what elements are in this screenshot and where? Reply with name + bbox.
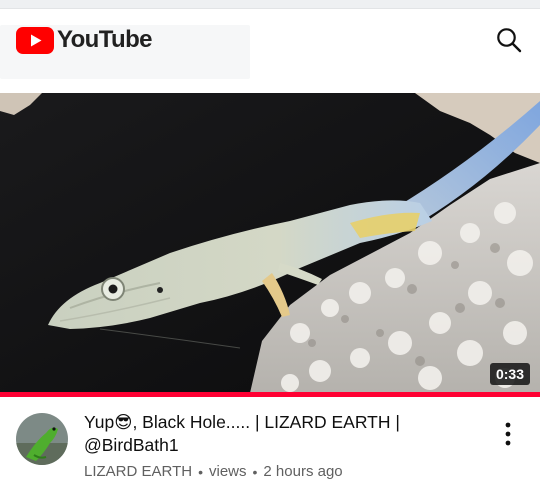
channel-name[interactable]: LIZARD EARTH	[84, 463, 192, 480]
status-bar-strip	[0, 0, 540, 9]
lizard-thumbnail-image	[0, 93, 540, 393]
lizard-avatar-image	[16, 413, 68, 465]
more-options-button[interactable]	[494, 420, 522, 448]
watch-progress-fill	[0, 392, 540, 397]
separator-dot: •	[198, 463, 203, 480]
video-thumbnail[interactable]: 0:33	[0, 93, 540, 393]
upload-age: 2 hours ago	[263, 463, 343, 480]
view-count: views	[208, 463, 247, 480]
title-text-start: Yup	[84, 412, 115, 432]
sunglasses-emoji: 😎	[114, 412, 133, 432]
more-vert-icon	[505, 422, 511, 446]
logo-wordmark: YouTube	[57, 26, 153, 53]
youtube-logo[interactable]: YouTube	[16, 25, 153, 55]
search-button[interactable]	[493, 24, 525, 56]
separator-dot: •	[252, 463, 258, 480]
search-icon	[497, 28, 522, 53]
video-metadata: Yup😎, Black Hole..... | LIZARD EARTH | @…	[84, 411, 484, 480]
title-text-end: , Black Hole..... | LIZARD EARTH | @Bird…	[84, 412, 400, 455]
duration-badge: 0:33	[489, 363, 530, 385]
video-title[interactable]: Yup😎, Black Hole..... | LIZARD EARTH | @…	[84, 411, 484, 457]
youtube-play-icon	[16, 26, 54, 54]
watch-progress-bar	[0, 392, 540, 397]
channel-avatar[interactable]	[16, 413, 68, 465]
video-subtitle: LIZARD EARTH • views • 2 hours ago	[84, 463, 484, 480]
